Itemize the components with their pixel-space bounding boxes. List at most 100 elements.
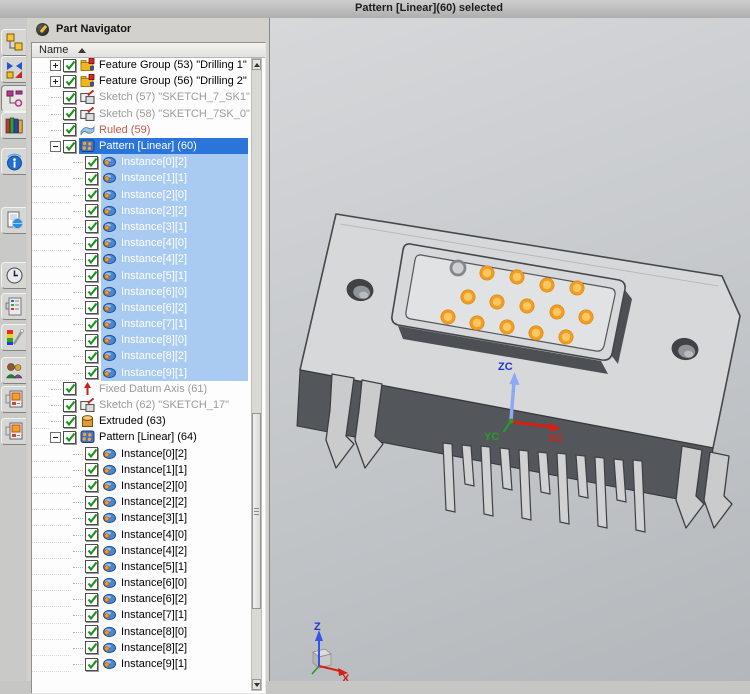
tree-row[interactable]: Instance[8][2]: [32, 640, 250, 656]
scroll-thumb[interactable]: [252, 413, 261, 609]
feature-visibility-checkbox[interactable]: [85, 156, 98, 169]
tree-row[interactable]: Feature Group (56) "Drilling 2": [32, 73, 250, 89]
feature-visibility-checkbox[interactable]: [63, 91, 76, 104]
feature-visibility-checkbox[interactable]: [85, 496, 98, 509]
tree-row[interactable]: Instance[1][1]: [32, 170, 250, 186]
feature-visibility-checkbox[interactable]: [85, 301, 98, 314]
expand-icon[interactable]: [50, 76, 61, 87]
feature-visibility-checkbox[interactable]: [63, 415, 76, 428]
feature-visibility-checkbox[interactable]: [85, 350, 98, 363]
tree-row[interactable]: Instance[6][0]: [32, 575, 250, 591]
tree-row[interactable]: Instance[6][2]: [32, 591, 250, 607]
graphics-window[interactable]: ZC XC YC Z X: [270, 18, 750, 681]
feature-visibility-checkbox[interactable]: [85, 560, 98, 573]
tree-row[interactable]: Instance[6][2]: [32, 300, 250, 316]
feature-visibility-checkbox[interactable]: [85, 593, 98, 606]
feature-visibility-checkbox[interactable]: [85, 658, 98, 671]
feature-visibility-checkbox[interactable]: [63, 140, 76, 153]
resource-tab-mirror-constraint[interactable]: [1, 56, 26, 83]
resource-tab-part-navigator[interactable]: [1, 85, 26, 112]
tree-row[interactable]: Instance[0][2]: [32, 446, 250, 462]
resource-tab-roles[interactable]: [1, 357, 26, 384]
tree-row[interactable]: Instance[3][1]: [32, 510, 250, 526]
feature-visibility-checkbox[interactable]: [85, 577, 98, 590]
feature-visibility-checkbox[interactable]: [85, 334, 98, 347]
feature-visibility-checkbox[interactable]: [85, 641, 98, 654]
feature-visibility-checkbox[interactable]: [85, 253, 98, 266]
feature-visibility-checkbox[interactable]: [85, 318, 98, 331]
collapse-icon[interactable]: [50, 432, 61, 443]
tree-row-label: Instance[4][2]: [121, 253, 187, 265]
feature-visibility-checkbox[interactable]: [85, 609, 98, 622]
tree-row[interactable]: Instance[2][2]: [32, 494, 250, 510]
feature-visibility-checkbox[interactable]: [85, 512, 98, 525]
feature-visibility-checkbox[interactable]: [63, 123, 76, 136]
tree-row[interactable]: Feature Group (53) "Drilling 1": [32, 57, 250, 73]
tree-row-label: Instance[3][1]: [121, 512, 187, 524]
feature-visibility-checkbox[interactable]: [85, 528, 98, 541]
feature-visibility-checkbox[interactable]: [63, 431, 76, 444]
feature-visibility-checkbox[interactable]: [63, 59, 76, 72]
tree-row[interactable]: Instance[9][1]: [32, 365, 250, 381]
tree-row[interactable]: Instance[8][2]: [32, 348, 250, 364]
tree-row[interactable]: Sketch (57) "SKETCH_7_SK1": [32, 89, 250, 105]
tree-row[interactable]: Instance[7][1]: [32, 607, 250, 623]
tree-row[interactable]: Instance[2][2]: [32, 203, 250, 219]
tree-row[interactable]: Instance[4][2]: [32, 251, 250, 267]
resource-tab-web-browser[interactable]: [1, 207, 26, 234]
feature-visibility-checkbox[interactable]: [85, 479, 98, 492]
resource-tab-palette-a[interactable]: [1, 386, 26, 413]
tree-row[interactable]: Instance[3][1]: [32, 219, 250, 235]
tree-row[interactable]: Instance[5][1]: [32, 267, 250, 283]
resource-tab-dialog-rail[interactable]: [1, 293, 26, 320]
tree-row[interactable]: Instance[4][0]: [32, 235, 250, 251]
tree-row[interactable]: Instance[4][2]: [32, 543, 250, 559]
tree-row[interactable]: Instance[7][1]: [32, 316, 250, 332]
resource-tab-history[interactable]: [1, 262, 26, 289]
expand-icon[interactable]: [50, 60, 61, 71]
tree-row[interactable]: Pattern [Linear] (64): [32, 429, 250, 445]
tree-row[interactable]: Instance[6][0]: [32, 284, 250, 300]
tree-row[interactable]: Instance[5][1]: [32, 559, 250, 575]
tree-row[interactable]: Extruded (63): [32, 413, 250, 429]
feature-visibility-checkbox[interactable]: [85, 269, 98, 282]
tree-row[interactable]: Instance[1][1]: [32, 462, 250, 478]
tree-row[interactable]: Pattern [Linear] (60): [32, 138, 250, 154]
resource-tab-library-books[interactable]: [1, 112, 26, 139]
feature-visibility-checkbox[interactable]: [85, 366, 98, 379]
name-column-header[interactable]: Name: [32, 43, 265, 58]
resource-tab-palette-b[interactable]: [1, 418, 26, 445]
tree-row[interactable]: Instance[2][0]: [32, 187, 250, 203]
tree-scrollbar[interactable]: [251, 58, 262, 691]
tree-row[interactable]: Instance[0][2]: [32, 154, 250, 170]
tree-row[interactable]: Instance[4][0]: [32, 526, 250, 542]
collapse-icon[interactable]: [50, 141, 61, 152]
tree-row[interactable]: Sketch (62) "SKETCH_17": [32, 397, 250, 413]
feature-visibility-checkbox[interactable]: [63, 75, 76, 88]
feature-visibility-checkbox[interactable]: [85, 544, 98, 557]
feature-visibility-checkbox[interactable]: [85, 237, 98, 250]
feature-visibility-checkbox[interactable]: [85, 463, 98, 476]
feature-visibility-checkbox[interactable]: [85, 188, 98, 201]
feature-visibility-checkbox[interactable]: [85, 285, 98, 298]
feature-visibility-checkbox[interactable]: [85, 220, 98, 233]
tree-row[interactable]: Instance[8][0]: [32, 332, 250, 348]
tree-row[interactable]: Ruled (59): [32, 122, 250, 138]
feature-visibility-checkbox[interactable]: [63, 107, 76, 120]
scroll-up-button[interactable]: [252, 59, 261, 70]
feature-visibility-checkbox[interactable]: [63, 382, 76, 395]
tree-row-label: Instance[2][0]: [121, 189, 187, 201]
feature-visibility-checkbox[interactable]: [85, 172, 98, 185]
resource-tab-visualization[interactable]: [1, 324, 26, 351]
feature-visibility-checkbox[interactable]: [85, 204, 98, 217]
tree-row[interactable]: Fixed Datum Axis (61): [32, 381, 250, 397]
resource-tab-feature-tree[interactable]: [1, 29, 26, 56]
resource-tab-information[interactable]: [1, 148, 26, 175]
tree-row[interactable]: Instance[8][0]: [32, 624, 250, 640]
feature-visibility-checkbox[interactable]: [85, 625, 98, 638]
tree-row[interactable]: Instance[2][0]: [32, 478, 250, 494]
tree-row[interactable]: Sketch (58) "SKETCH_7SK_0": [32, 106, 250, 122]
feature-visibility-checkbox[interactable]: [63, 399, 76, 412]
tree-row[interactable]: Instance[9][1]: [32, 656, 250, 672]
feature-visibility-checkbox[interactable]: [85, 447, 98, 460]
